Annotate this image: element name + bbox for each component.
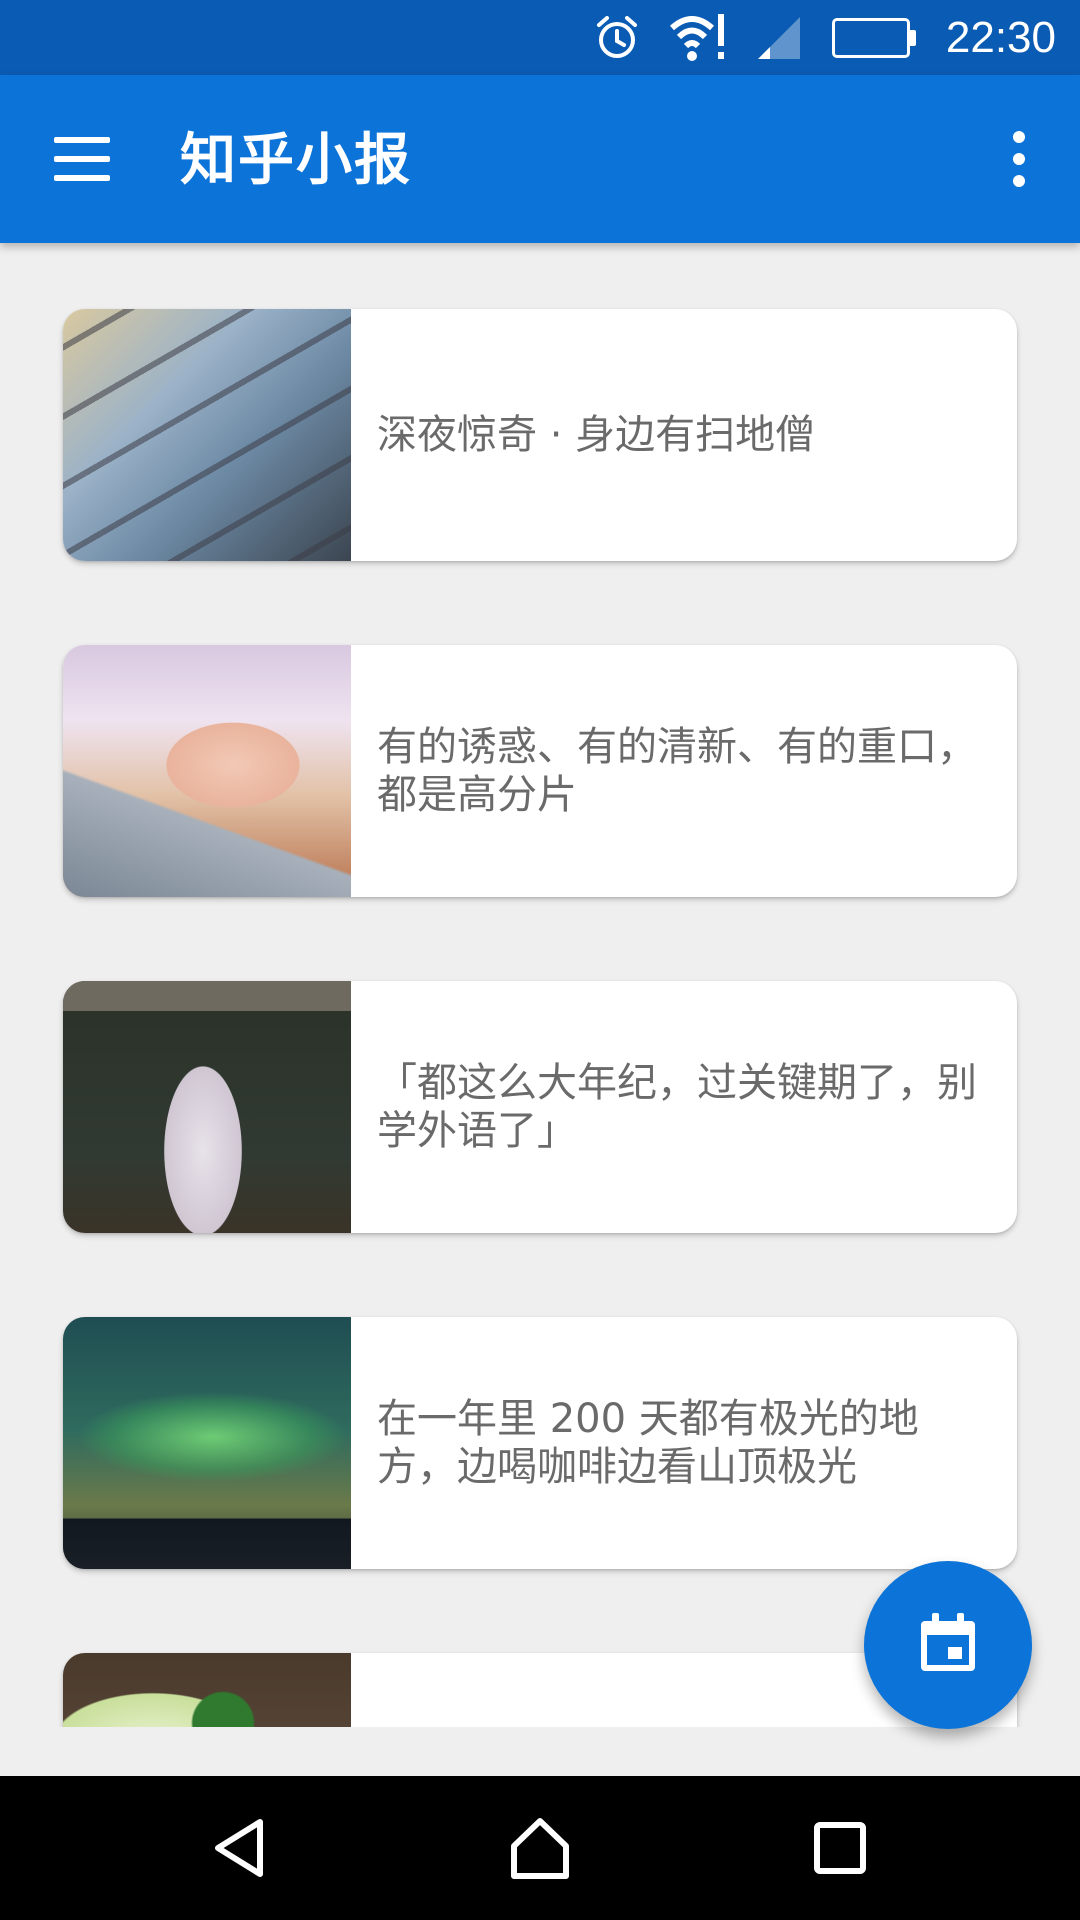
hamburger-menu-icon[interactable] — [48, 129, 116, 189]
story-thumbnail — [63, 1653, 351, 1727]
story-card[interactable]: 有的诱惑、有的清新、有的重口，都是高分片 — [63, 645, 1017, 897]
back-icon[interactable] — [200, 1808, 280, 1888]
calendar-icon — [918, 1611, 978, 1679]
cell-signal-icon — [756, 15, 802, 61]
story-thumbnail — [63, 645, 351, 897]
story-thumbnail — [63, 1317, 351, 1569]
story-card[interactable]: 「都这么大年纪，过关键期了，别学外语了」 — [63, 981, 1017, 1233]
recents-icon[interactable] — [800, 1808, 880, 1888]
wifi-alert-icon — [669, 12, 726, 64]
clock: 22:30 — [945, 12, 1056, 62]
app-title: 知乎小报 — [180, 128, 412, 193]
battery-indicator: 54% — [831, 17, 916, 58]
status-bar: 54% 22:30 — [0, 0, 1080, 75]
alarm-icon — [594, 15, 640, 61]
story-thumbnail — [63, 981, 351, 1233]
story-title: 深夜惊奇 · 身边有扫地僧 — [377, 412, 816, 458]
story-list[interactable]: 深夜惊奇 · 身边有扫地僧 有的诱惑、有的清新、有的重口，都是高分片 「都这么大… — [0, 243, 1080, 1727]
home-icon[interactable] — [500, 1808, 580, 1888]
more-vert-icon[interactable] — [1006, 127, 1030, 191]
story-thumbnail — [63, 309, 351, 561]
calendar-fab-button[interactable] — [864, 1561, 1032, 1729]
story-card[interactable]: 深夜惊奇 · 身边有扫地僧 — [63, 309, 1017, 561]
app-bar: 知乎小报 — [0, 75, 1080, 243]
story-title: 「都这么大年纪，过关键期了，别学外语了」 — [377, 1060, 977, 1154]
story-card[interactable]: 在一年里 200 天都有极光的地方，边喝咖啡边看山顶极光 — [63, 1317, 1017, 1569]
system-nav-bar — [0, 1776, 1080, 1920]
story-title: 有的诱惑、有的清新、有的重口，都是高分片 — [377, 724, 977, 818]
battery-percent: 54% — [842, 23, 900, 52]
story-title: 在一年里 200 天都有极光的地方，边喝咖啡边看山顶极光 — [377, 1396, 919, 1490]
